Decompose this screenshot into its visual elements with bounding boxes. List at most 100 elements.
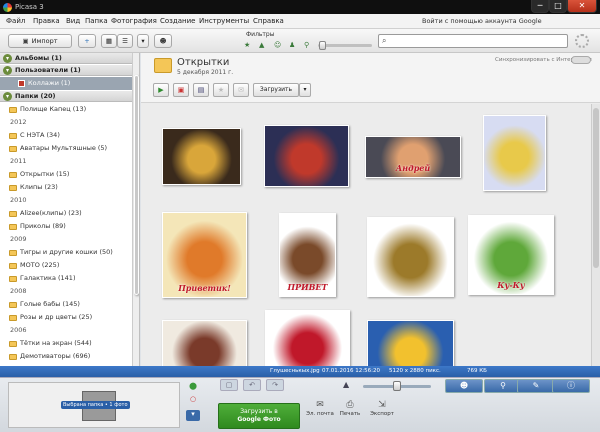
- google-signin-link[interactable]: Войти с помощью аккаунта Google: [422, 17, 542, 25]
- maximize-button[interactable]: □: [549, 0, 567, 13]
- rotate-left-icon[interactable]: ↶: [243, 379, 261, 391]
- sidebar-folder-item[interactable]: Тигры и другие кошки (50): [0, 246, 132, 259]
- upload-button[interactable]: Загрузить: [253, 83, 299, 97]
- sidebar-scrollbar-thumb[interactable]: [134, 75, 139, 295]
- menu-tools[interactable]: Инструменты: [199, 17, 249, 25]
- thumb-city-night[interactable]: [264, 125, 349, 187]
- slideshow-button[interactable]: ▶: [153, 83, 169, 97]
- email-button[interactable]: ✉ Эл. почта: [303, 400, 337, 417]
- rotate-box-icon[interactable]: ▢: [220, 379, 238, 391]
- upload-dropdown-button[interactable]: ▾: [299, 83, 311, 97]
- sidebar-folder-item[interactable]: Галактика (141): [0, 272, 132, 285]
- sidebar-item-label: 2009: [10, 235, 27, 243]
- menu-bar: Файл Правка Вид Папка Фотография Создани…: [0, 14, 600, 29]
- folder-icon: [9, 315, 17, 321]
- share-button[interactable]: ✉: [233, 83, 249, 97]
- sidebar-folder-item[interactable]: Alizee(клипы) (23): [0, 207, 132, 220]
- print-button[interactable]: ⎙ Печать: [333, 400, 367, 417]
- sidebar-folder-item[interactable]: С НЭТА (34): [0, 129, 132, 142]
- folder-icon: [154, 58, 172, 73]
- thumb-privet-raccoon[interactable]: ПРИВЕТ: [279, 213, 336, 297]
- minimize-button[interactable]: ─: [531, 0, 549, 13]
- folders-header-label: Папки (20): [15, 92, 56, 100]
- search-icon: ⌕: [382, 36, 387, 45]
- status-filename: Глушеснькых.jpg: [270, 368, 320, 374]
- search-box[interactable]: ⌕: [378, 34, 568, 48]
- star-button[interactable]: ★: [213, 83, 229, 97]
- gallery-scrollbar[interactable]: [591, 104, 600, 366]
- movie-button[interactable]: ▤: [193, 83, 209, 97]
- sidebar-folder-item[interactable]: Демотиваторы (696): [0, 350, 132, 363]
- album-add-icon[interactable]: ▾: [186, 410, 200, 421]
- gallery-scrollbar-thumb[interactable]: [593, 108, 599, 268]
- sidebar-folder-item[interactable]: Аватары Мультяшные (5): [0, 142, 132, 155]
- menu-file[interactable]: Файл: [6, 17, 25, 25]
- thumb-flowers-bouquet[interactable]: [483, 115, 546, 191]
- import-button[interactable]: ▣ Импорт: [8, 34, 72, 48]
- folder-icon: [9, 263, 17, 269]
- status-datetime: 07.01.2016 12:56:20: [322, 368, 380, 374]
- search-input[interactable]: [391, 36, 565, 46]
- sidebar-item-collages[interactable]: Коллажи (1): [0, 77, 132, 90]
- menu-create[interactable]: Создание: [160, 17, 195, 25]
- sidebar-folder-item[interactable]: Клипы (23): [0, 181, 132, 194]
- sidebar-folder-item[interactable]: Приколы (89): [0, 220, 132, 233]
- thumbnail-size-handle[interactable]: [393, 381, 401, 391]
- email-label: Эл. почта: [306, 411, 334, 417]
- folders-header[interactable]: ▾ Папки (20): [0, 91, 132, 102]
- filter-people-icon[interactable]: ♟: [289, 41, 295, 49]
- collapse-icon[interactable]: ▾: [3, 92, 12, 101]
- sidebar-folder-item[interactable]: МОТО (225): [0, 259, 132, 272]
- menu-folder[interactable]: Папка: [85, 17, 108, 25]
- filter-upload-icon[interactable]: ▲: [259, 41, 264, 49]
- sidebar-folder-item[interactable]: Полище Капец (13): [0, 103, 132, 116]
- filter-star-icon[interactable]: ★: [244, 41, 250, 49]
- sidebar-folder-item[interactable]: Голые бабы (145): [0, 298, 132, 311]
- thumb-smile-card[interactable]: [162, 128, 241, 185]
- clear-icon[interactable]: ○: [186, 395, 200, 406]
- list-view-button[interactable]: ☰: [117, 34, 133, 48]
- filter-pin-icon[interactable]: ⚲: [304, 41, 309, 49]
- sidebar-folder-item[interactable]: Тётки на экран (544): [0, 337, 132, 350]
- export-icon: ⇲: [378, 400, 386, 410]
- info-panel-icon[interactable]: ⓘ: [552, 379, 590, 393]
- close-button[interactable]: ✕: [567, 0, 597, 13]
- thumb-caption: Приветик!: [178, 283, 231, 293]
- thumb-andrey[interactable]: Андрей: [365, 136, 461, 178]
- collapse-icon[interactable]: ▾: [3, 66, 12, 75]
- filter-slider-handle[interactable]: [319, 41, 326, 50]
- menu-view[interactable]: Вид: [66, 17, 80, 25]
- albums-header[interactable]: ▾ Альбомы (1): [0, 53, 132, 64]
- filter-face-icon[interactable]: ☺: [274, 41, 281, 49]
- people-button[interactable]: ☻: [154, 34, 172, 48]
- menu-help[interactable]: Справка: [253, 17, 284, 25]
- upload-google-photos-button[interactable]: Загрузить в Google Фото: [218, 403, 300, 429]
- people-panel-icon[interactable]: ☻: [445, 379, 483, 393]
- sidebar-item-label: С НЭТА (34): [20, 131, 60, 139]
- sidebar-scrollbar[interactable]: [132, 53, 139, 366]
- view-dropdown-button[interactable]: ▾: [137, 34, 149, 48]
- collage-button[interactable]: ▣: [173, 83, 189, 97]
- menu-photo[interactable]: Фотография: [111, 17, 157, 25]
- add-album-button[interactable]: +: [78, 34, 96, 48]
- users-header[interactable]: ▾ Пользователи (1): [0, 65, 132, 76]
- collapse-icon[interactable]: ▾: [3, 54, 12, 63]
- thumb-red-roses[interactable]: [265, 310, 350, 366]
- thumb-privetik-bunny[interactable]: Приветик!: [162, 212, 247, 298]
- thumb-kuku-mouse[interactable]: Ку-Ку: [468, 215, 554, 295]
- menu-edit[interactable]: Правка: [33, 17, 60, 25]
- export-button[interactable]: ⇲ Экспорт: [365, 400, 399, 417]
- thumb-golden-toad[interactable]: [367, 217, 454, 297]
- sidebar-folder-item[interactable]: Открытки (15): [0, 168, 132, 181]
- thumb-monkey[interactable]: [162, 320, 247, 366]
- thumb-bee-card[interactable]: [367, 320, 454, 366]
- rotate-right-icon[interactable]: ↷: [266, 379, 284, 391]
- folder-icon: [9, 354, 17, 360]
- thumbnail-view-button[interactable]: ▦: [101, 34, 117, 48]
- sync-toggle[interactable]: [571, 56, 591, 64]
- hold-icon[interactable]: ⬤: [186, 382, 200, 393]
- sidebar-folder-item[interactable]: Розы и др цветы (25): [0, 311, 132, 324]
- sidebar-item-label: Коллажи (1): [28, 79, 71, 87]
- tags-panel-icon[interactable]: ✎: [517, 379, 555, 393]
- filter-slider-track[interactable]: [318, 44, 372, 47]
